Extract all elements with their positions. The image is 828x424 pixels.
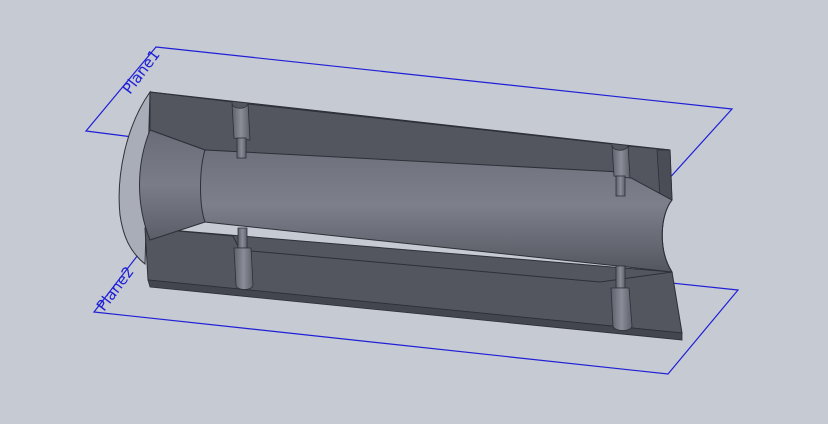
plane1-label: Plane1	[119, 46, 164, 97]
plane2-label: Plane2	[93, 263, 138, 314]
model-view[interactable]: Plane1 Plane2	[0, 0, 828, 424]
cad-graphics-viewport[interactable]: Plane1 Plane2	[0, 0, 828, 424]
sectioned-nozzle-part[interactable]	[118, 90, 683, 341]
